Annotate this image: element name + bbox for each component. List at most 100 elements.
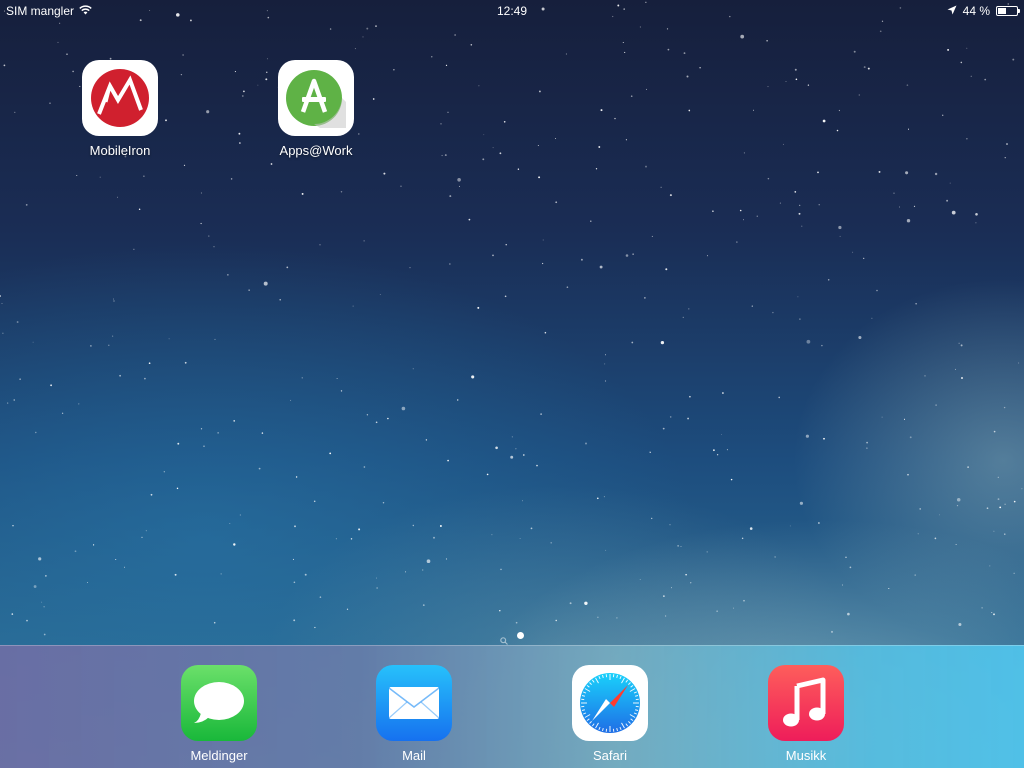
star	[431, 56, 433, 58]
dock-app-mail[interactable]: Mail	[354, 665, 474, 763]
star	[261, 432, 264, 434]
star	[458, 185, 460, 187]
dock-app-music[interactable]: Musikk	[746, 665, 866, 763]
star	[817, 171, 819, 174]
star	[778, 396, 780, 399]
star	[1021, 488, 1023, 490]
star	[447, 459, 449, 462]
star	[772, 311, 774, 314]
app-label: Meldinger	[190, 748, 248, 763]
star	[336, 378, 338, 380]
star	[184, 361, 187, 364]
star	[538, 176, 541, 179]
star	[537, 145, 539, 146]
star	[124, 566, 125, 568]
star	[444, 154, 447, 157]
star	[798, 212, 801, 215]
star	[716, 610, 718, 612]
star	[915, 303, 917, 305]
star	[1018, 362, 1020, 364]
star	[600, 109, 603, 112]
star	[119, 374, 121, 377]
star	[504, 295, 507, 298]
star	[113, 300, 115, 302]
star	[624, 51, 626, 53]
star	[1013, 572, 1015, 574]
star	[686, 75, 689, 78]
star	[492, 147, 494, 149]
star	[412, 368, 414, 370]
star	[319, 244, 321, 246]
star	[78, 403, 80, 405]
dock-app-safari[interactable]: Safari	[550, 665, 670, 763]
star	[41, 601, 43, 603]
star	[12, 525, 14, 527]
star	[736, 241, 738, 243]
star	[595, 168, 598, 170]
star	[14, 111, 16, 114]
star	[290, 399, 292, 401]
star	[730, 478, 733, 481]
star	[0, 295, 1, 297]
page-indicator[interactable]	[0, 632, 1024, 645]
star	[440, 123, 442, 125]
star	[409, 266, 411, 269]
star	[510, 455, 514, 459]
star	[99, 176, 101, 178]
star	[597, 616, 599, 618]
star	[74, 550, 77, 553]
star	[375, 577, 378, 579]
dock-app-messages[interactable]: Meldinger	[159, 665, 279, 763]
star	[366, 414, 369, 416]
star	[292, 558, 294, 560]
star	[499, 152, 502, 155]
star	[966, 138, 968, 140]
star	[753, 109, 754, 111]
star	[688, 308, 690, 310]
mail-icon	[376, 665, 452, 741]
star	[555, 201, 558, 204]
star	[565, 53, 567, 55]
star	[45, 575, 47, 577]
star	[782, 143, 784, 145]
star	[352, 305, 354, 307]
star	[917, 533, 919, 535]
star	[133, 248, 135, 250]
star	[852, 251, 854, 253]
star	[7, 402, 9, 404]
star	[220, 573, 222, 575]
star	[669, 524, 671, 526]
star	[845, 556, 847, 559]
star	[313, 500, 316, 503]
star	[449, 263, 451, 265]
star	[1013, 500, 1016, 503]
clock: 12:49	[496, 4, 528, 18]
app-mobileiron[interactable]: MobileIron	[60, 60, 180, 158]
star	[789, 525, 791, 527]
app-label: Apps@Work	[279, 143, 353, 158]
star	[741, 537, 744, 540]
star	[214, 338, 216, 340]
star	[35, 431, 37, 434]
star	[899, 206, 900, 208]
star	[905, 171, 909, 175]
star	[822, 119, 826, 123]
star	[645, 165, 647, 168]
star	[751, 305, 753, 307]
page-dot-active	[517, 632, 524, 639]
star	[229, 523, 231, 524]
star	[515, 621, 518, 624]
star	[799, 204, 801, 207]
star	[478, 85, 480, 87]
star	[206, 110, 210, 114]
star	[376, 587, 378, 589]
star	[949, 182, 951, 184]
star	[733, 607, 735, 609]
star	[213, 621, 216, 624]
star	[542, 239, 544, 241]
star	[956, 497, 961, 502]
apps-at-work-icon	[278, 60, 354, 136]
star	[503, 121, 506, 123]
star	[975, 222, 977, 224]
app-apps-at-work[interactable]: Apps@Work	[256, 60, 376, 158]
